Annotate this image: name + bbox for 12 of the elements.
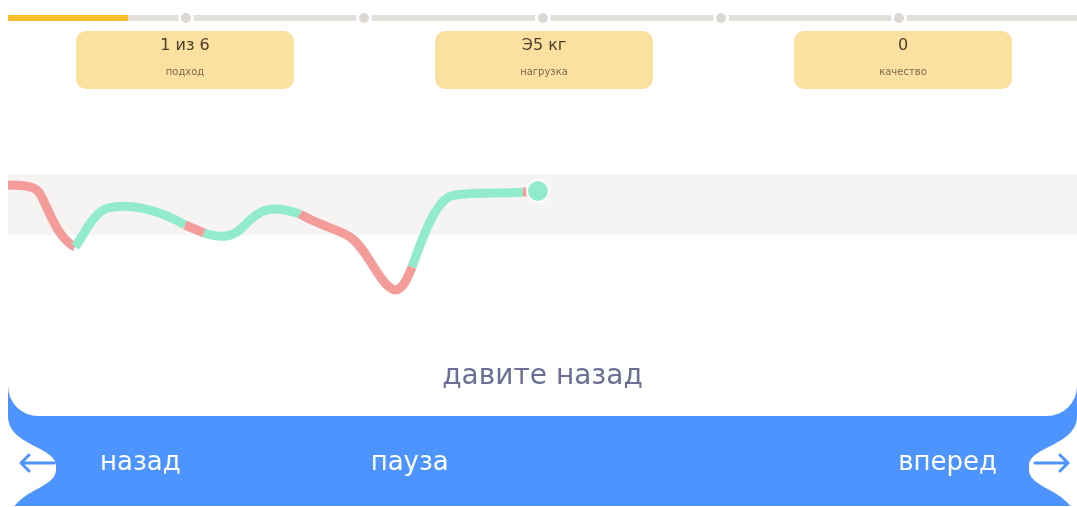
arrow-right-icon: [1033, 453, 1071, 473]
pause-button[interactable]: пауза: [370, 445, 449, 477]
instruction-text: давите назад: [442, 361, 643, 393]
arrow-left-icon: [18, 453, 56, 473]
stat-value: 0: [897, 35, 909, 55]
back-button[interactable]: назад: [100, 445, 181, 477]
stat-label: подход: [165, 65, 205, 79]
stat-label: нагрузка: [520, 65, 568, 79]
stat-value: 1 из 6: [160, 35, 210, 55]
stat-value: Э5 кг: [521, 35, 567, 55]
stat-label: качество: [879, 65, 927, 79]
forward-button[interactable]: вперед: [898, 445, 997, 477]
